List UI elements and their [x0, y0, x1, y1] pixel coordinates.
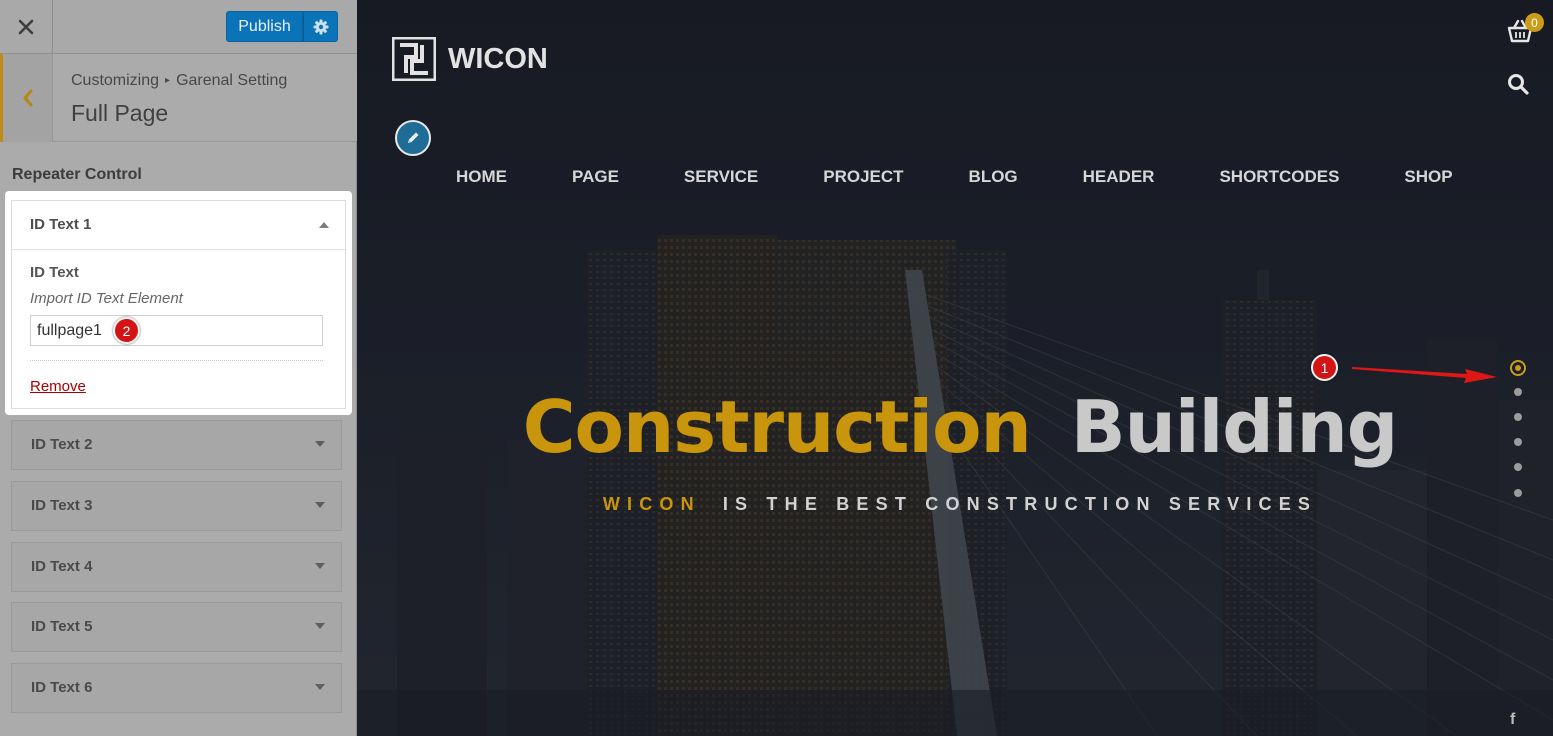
section-title: Full Page [71, 100, 169, 126]
repeater-item-title: ID Text 1 [30, 216, 92, 233]
nav-item-project[interactable]: PROJECT [823, 167, 903, 187]
id-text-field-description: Import ID Text Element [30, 290, 183, 307]
facebook-icon[interactable]: f [1510, 711, 1515, 729]
close-customizer-button[interactable] [0, 0, 53, 53]
nav-item-page[interactable]: PAGE [572, 167, 619, 187]
back-button[interactable] [0, 54, 53, 142]
publish-button[interactable]: Publish [226, 11, 303, 42]
hero-title-highlight: Construction [522, 385, 1032, 469]
nav-item-blog[interactable]: BLOG [969, 167, 1018, 187]
hero-title: Construction Building [357, 385, 1553, 469]
annotation-arrow-icon [1352, 367, 1497, 383]
remove-item-link[interactable]: Remove [30, 378, 86, 395]
close-icon [18, 19, 34, 34]
search-button[interactable] [1507, 73, 1529, 99]
chevron-left-icon [23, 89, 32, 107]
section-dot-1[interactable] [1510, 360, 1526, 376]
repeater-control-label: Repeater Control [12, 166, 142, 183]
repeater-item-title: ID Text 3 [31, 497, 93, 514]
repeater-item-collapsed[interactable]: ID Text 4 [11, 542, 342, 592]
customizer-header: Publish [0, 0, 357, 54]
breadcrumb-root: Customizing [71, 72, 160, 89]
nav-item-shortcodes[interactable]: SHORTCODES [1219, 167, 1339, 187]
repeater-item-title: ID Text 5 [31, 618, 93, 635]
cart-count-badge: 0 [1525, 13, 1544, 32]
logo-mark-icon [392, 37, 436, 81]
repeater-item-expanded: ID Text 1 ID Text Import ID Text Element… [5, 191, 352, 415]
publish-group: Publish [226, 11, 338, 42]
section-dot-3[interactable] [1514, 413, 1522, 421]
logo-text: WICON [448, 42, 548, 75]
collapse-caret-icon[interactable] [319, 222, 329, 228]
expand-caret-icon[interactable] [315, 563, 325, 569]
breadcrumb-separator-icon: ▸ [165, 75, 171, 86]
hero-title-rest: Building [1070, 385, 1399, 469]
hero-subtitle-brand: WICON [602, 494, 701, 514]
site-preview: WICON HOME PAGE SERVICE PROJECT BLOG HEA… [357, 0, 1553, 736]
pencil-icon [408, 132, 419, 143]
id-text-field-label: ID Text [30, 264, 79, 281]
repeater-item-collapsed[interactable]: ID Text 2 [11, 420, 342, 470]
section-title-area: Customizing ▸ Garenal Setting Full Page [0, 54, 357, 142]
annotation-badge-2: 2 [113, 317, 140, 344]
repeater-item-title: ID Text 4 [31, 558, 93, 575]
main-navigation: HOME PAGE SERVICE PROJECT BLOG HEADER SH… [456, 167, 1453, 187]
section-dot-4[interactable] [1514, 438, 1522, 446]
hero-subtitle: WICON IS THE BEST CONSTRUCTION SERVICES [357, 494, 1553, 515]
repeater-item-collapsed[interactable]: ID Text 6 [11, 663, 342, 713]
publish-settings-button[interactable] [303, 11, 338, 42]
edit-shortcut-button[interactable] [395, 120, 431, 156]
repeater-item-title: ID Text 6 [31, 679, 93, 696]
nav-item-header[interactable]: HEADER [1083, 167, 1155, 187]
section-dot-5[interactable] [1514, 463, 1522, 471]
customizer-panel: Publish Customizing ▸ Garenal Setting Fu… [0, 0, 357, 736]
expand-caret-icon[interactable] [315, 502, 325, 508]
repeater-item-body: ID Text 1 ID Text Import ID Text Element… [11, 200, 346, 409]
gear-icon [313, 19, 328, 34]
expand-caret-icon[interactable] [315, 623, 325, 629]
annotation-badge-1: 1 [1311, 354, 1338, 381]
nav-item-shop[interactable]: SHOP [1404, 167, 1452, 187]
repeater-item-header[interactable]: ID Text 1 [12, 201, 345, 250]
breadcrumb: Customizing ▸ Garenal Setting [71, 72, 287, 90]
section-dot-6[interactable] [1514, 489, 1522, 497]
breadcrumb-parent: Garenal Setting [176, 72, 288, 89]
site-logo[interactable]: WICON [392, 37, 548, 81]
hero-subtitle-text: IS THE BEST CONSTRUCTION SERVICES [722, 494, 1318, 514]
repeater-item-collapsed[interactable]: ID Text 3 [11, 481, 342, 531]
repeater-item-title: ID Text 2 [31, 436, 93, 453]
expand-caret-icon[interactable] [315, 441, 325, 447]
search-icon [1508, 74, 1529, 95]
field-divider [30, 360, 323, 361]
nav-item-service[interactable]: SERVICE [684, 167, 758, 187]
id-text-input[interactable] [30, 315, 323, 346]
repeater-item-collapsed[interactable]: ID Text 5 [11, 602, 342, 652]
expand-caret-icon[interactable] [315, 684, 325, 690]
nav-item-home[interactable]: HOME [456, 167, 507, 187]
section-dot-2[interactable] [1514, 388, 1522, 396]
